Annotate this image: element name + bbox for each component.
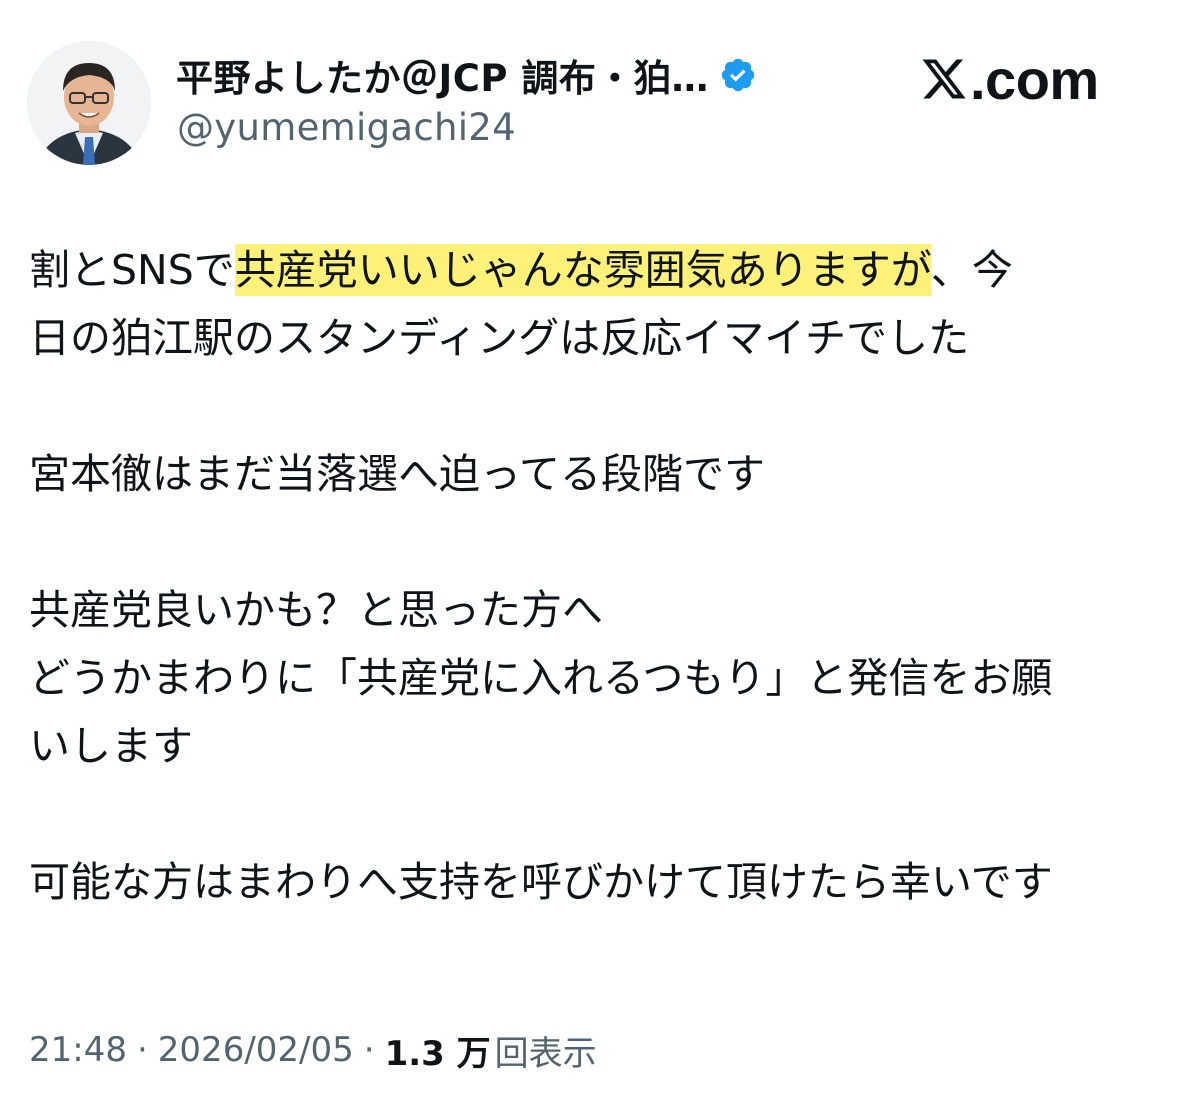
avatar[interactable] — [27, 41, 151, 165]
tweet-line: 共産党良いかも？と思った方へ — [29, 586, 603, 634]
author-handle[interactable]: @yumemigachi24 — [177, 106, 516, 149]
tweet-line: 可能な方はまわりへ支持を呼びかけて頂けたら幸いです — [29, 858, 1053, 906]
tweet-time[interactable]: 21:48 — [29, 1030, 127, 1070]
tweet-line: 割とSNSで共産党いいじゃんな雰囲気ありますが、今 — [29, 236, 1164, 304]
meta-separator: · — [363, 1030, 375, 1070]
tweet-line: いします — [29, 722, 193, 770]
author-name-row[interactable]: 平野よしたか＠JCP 調布・狛… — [176, 50, 757, 100]
views-label: 回表示 — [494, 1033, 597, 1074]
tweet-text-segment: 割とSNSで — [29, 246, 235, 294]
tweet-meta: 21:48 · 2026/02/05 · 1.3 万 回表示 — [29, 1025, 597, 1075]
tweet-line: 日の狛江駅のスタンディングは反応イマイチでした — [29, 314, 970, 362]
brand-text: .com — [970, 47, 1099, 111]
verified-badge-icon — [719, 56, 757, 94]
tweet-text: 割とSNSで共産党いいじゃんな雰囲気ありますが、今 日の狛江駅のスタンディングは… — [29, 236, 1164, 916]
meta-separator: · — [136, 1030, 148, 1070]
highlighted-text: 共産党いいじゃんな雰囲気ありますが — [234, 244, 931, 296]
views-count[interactable]: 1.3 万 — [385, 1026, 491, 1075]
tweet-text-segment: 、今 — [930, 246, 1013, 294]
tweet-line: 宮本徹はまだ当落選へ迫ってる段階です — [29, 450, 765, 498]
display-name[interactable]: 平野よしたか＠JCP 調布・狛… — [176, 48, 709, 102]
x-com-brand: .com — [920, 47, 1099, 111]
tweet-date[interactable]: 2026/02/05 — [158, 1030, 354, 1070]
tweet-line: どうかまわりに「共産党に入れるつもり」と発信をお願 — [29, 654, 1053, 702]
x-logo-icon — [920, 55, 968, 103]
